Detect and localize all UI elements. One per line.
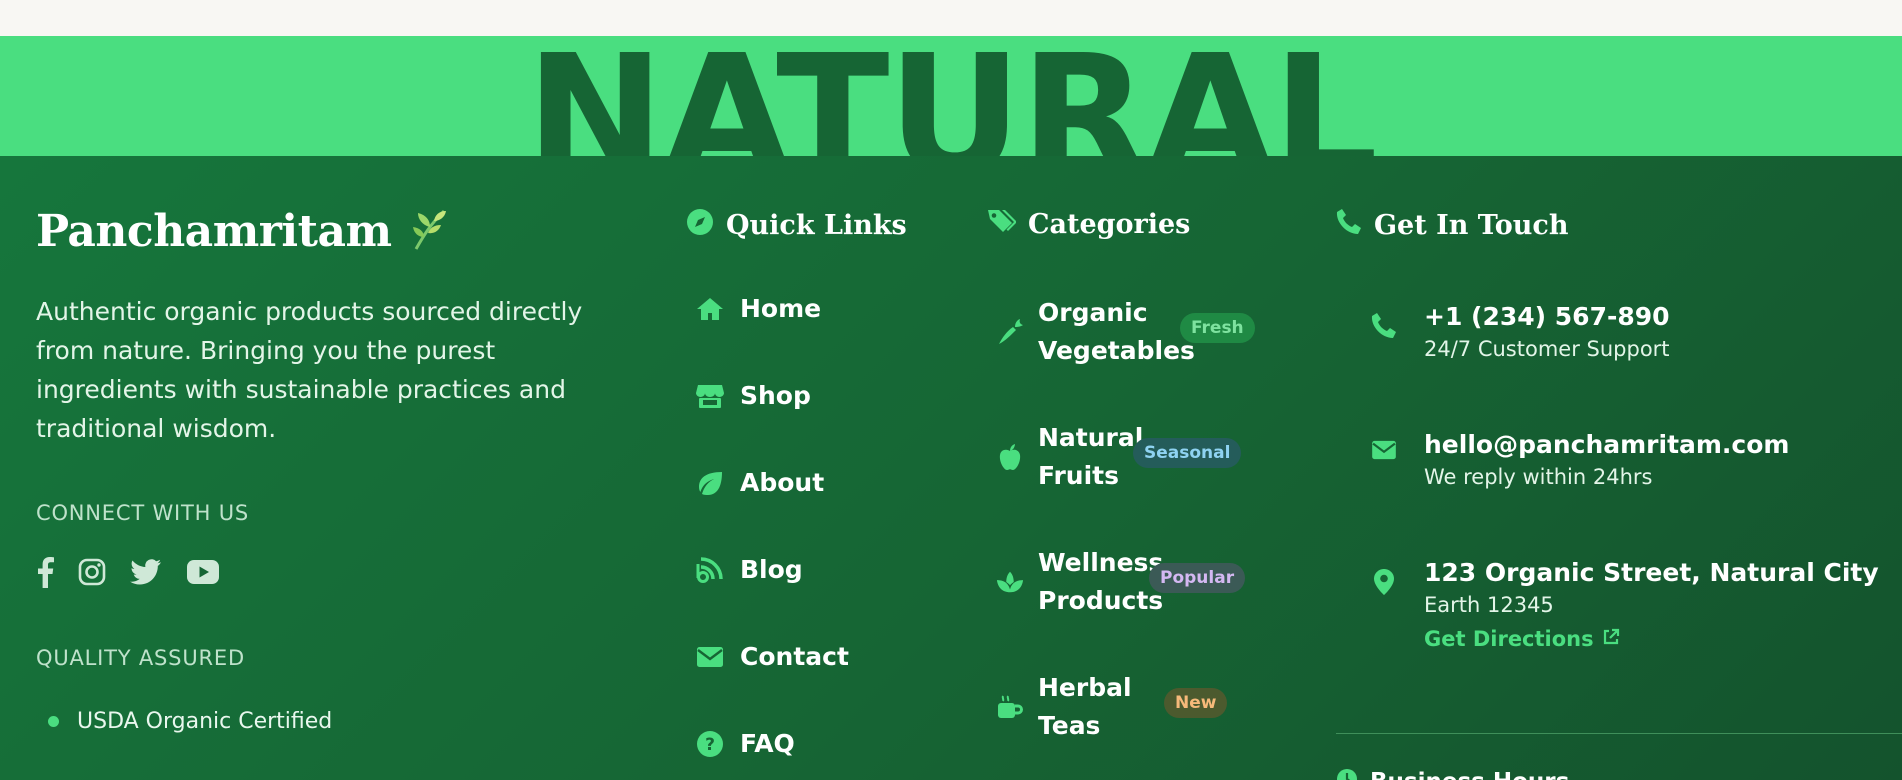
instagram-icon[interactable] [78,558,106,586]
twitter-icon[interactable] [130,559,162,585]
contact-phone: +1 (234) 567-890 24/7 Customer Support [1370,302,1670,361]
contact-address: 123 Organic Street, Natural City Earth 1… [1370,558,1879,651]
category-herbal-teas[interactable]: Herbal Teas New [996,669,1228,745]
nav-link-label: Contact [740,642,849,671]
nav-link-blog[interactable]: Blog [696,555,803,584]
category-organic-vegetables[interactable]: Organic Vegetables Fresh [996,294,1255,370]
quality-label: QUALITY ASSURED [36,646,245,670]
get-directions-label: Get Directions [1424,627,1594,651]
hero-word: NATURAL [525,36,1379,157]
envelope-icon [1370,430,1398,489]
contact-divider [1336,733,1902,734]
youtube-icon[interactable] [186,559,220,585]
quality-item: USDA Organic Certified [48,709,332,734]
badge-new: New [1164,688,1228,718]
leaf-icon [696,470,724,496]
phone-icon [1370,302,1398,361]
mug-icon [996,694,1024,720]
street-address: 123 Organic Street, Natural City [1424,558,1879,587]
external-link-icon [1602,627,1620,651]
compass-icon [686,208,714,243]
category-wellness-products[interactable]: Wellness Products Popular [996,544,1246,620]
phone-note: 24/7 Customer Support [1424,337,1670,361]
quick-links-heading: Quick Links [686,208,907,243]
hero-band: NATURAL [0,36,1902,157]
facebook-icon[interactable] [36,556,54,588]
category-natural-fruits[interactable]: Natural Fruits Seasonal [996,419,1242,495]
business-hours-title: Business Hours [1370,769,1569,780]
connect-label: CONNECT WITH US [36,501,249,525]
get-directions-link[interactable]: Get Directions [1424,627,1879,651]
categories-title: Categories [1028,209,1191,240]
category-label: Organic Vegetables [1038,298,1195,365]
nav-link-label: About [740,468,825,497]
business-hours-heading: Business Hours [1336,768,1569,780]
phone-icon [1336,208,1362,243]
social-links [36,556,220,588]
spa-icon [996,570,1024,594]
bullet-dot [48,716,59,727]
nav-link-contact[interactable]: Contact [696,642,849,671]
clock-icon [1336,768,1358,780]
badge-fresh: Fresh [1180,313,1255,343]
blog-icon [696,556,724,584]
contact-heading: Get In Touch [1336,208,1568,243]
email-note: We reply within 24hrs [1424,465,1653,489]
nav-link-shop[interactable]: Shop [696,381,811,410]
store-icon [696,383,724,409]
brand-title: Panchamritam [36,206,450,262]
nav-link-home[interactable]: Home [696,294,821,323]
nav-link-label: Blog [740,555,803,584]
badge-popular: Popular [1149,563,1246,593]
site-footer: Panchamritam Authentic organic products … [0,156,1902,780]
question-icon: ? [696,730,724,758]
contact-title: Get In Touch [1374,210,1569,241]
contact-email: hello@panchamritam.com We reply within 2… [1370,430,1789,489]
svg-text:?: ? [705,735,715,755]
nav-link-label: Home [740,294,822,323]
quick-links-title: Quick Links [726,210,907,241]
nav-link-label: Shop [740,381,811,410]
envelope-icon [696,646,724,668]
brand-description: Authentic organic products sourced direc… [36,297,583,443]
category-label: Wellness Products [1038,548,1164,615]
apple-icon [996,443,1024,471]
home-icon [696,296,724,322]
nav-link-faq[interactable]: ? FAQ [696,729,795,758]
category-label: Herbal Teas [1038,673,1132,740]
seedling-icon [410,207,450,262]
tags-icon [986,208,1017,241]
nav-link-about[interactable]: About [696,468,824,497]
badge-seasonal: Seasonal [1133,438,1242,468]
email-address[interactable]: hello@panchamritam.com [1424,430,1789,459]
carrot-icon [996,318,1024,346]
phone-number[interactable]: +1 (234) 567-890 [1424,302,1670,331]
category-label: Natural Fruits [1038,423,1144,490]
postal-line: Earth 12345 [1424,593,1554,617]
categories-heading: Categories [986,208,1190,241]
brand-name: Panchamritam [36,206,392,257]
nav-link-label: FAQ [740,729,795,758]
map-pin-icon [1370,558,1398,651]
quality-item-label: USDA Organic Certified [77,709,333,734]
